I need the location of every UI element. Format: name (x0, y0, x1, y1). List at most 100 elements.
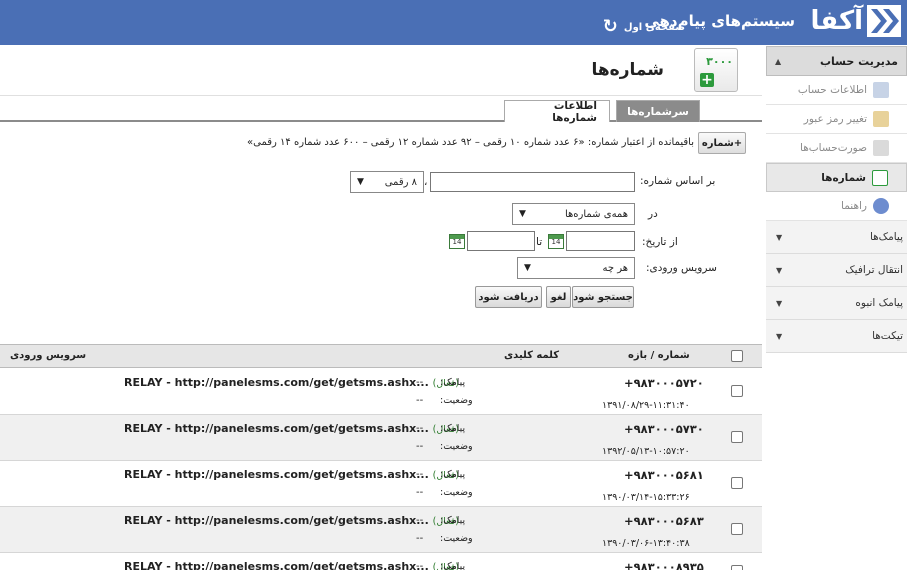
sidebar-item-invoices[interactable]: صورت‌حساب‌ها (766, 134, 907, 163)
top-header: آکفا سیستم‌های پیام‌دهی صفحه‌ی اول ↻ (0, 0, 907, 45)
sidebar-account-title: مدیریت حساب (819, 54, 898, 68)
row-checkbox[interactable] (731, 565, 743, 570)
sidebar-item-label: تغییر رمز عبور (803, 113, 867, 125)
row-checkbox[interactable] (731, 523, 743, 535)
logo[interactable]: آکفا (810, 3, 901, 39)
from-date-input[interactable] (566, 231, 635, 251)
digits-select[interactable]: ۸ رقمی ▼ (350, 171, 424, 193)
select-all-checkbox[interactable] (731, 350, 743, 362)
sidebar-item-change-password[interactable]: تغییر رمز عبور (766, 105, 907, 134)
expand-arrow-icon: ▼ (776, 331, 783, 341)
scope-select-value: همه‌ی شماره‌ها (564, 208, 628, 220)
sidebar-group-traffic[interactable]: انتقال ترافیک ▼ (766, 254, 907, 287)
sidebar-group-sms[interactable]: پیامک‌ها ▼ (766, 221, 907, 254)
from-date-label: از تاریخ: (642, 236, 678, 248)
tab-prefixes[interactable]: سرشماره‌ها (616, 100, 700, 122)
home-link-label: صفحه‌ی اول (623, 21, 685, 33)
sidebar-item-label: راهنما (841, 200, 867, 212)
receive-button[interactable]: دریافت شود (475, 286, 542, 308)
dropdown-arrow-icon: ▼ (524, 263, 531, 273)
col-keyword: کلمه کلیدی (504, 350, 560, 361)
row-checkbox[interactable] (731, 431, 743, 443)
status-label: وضعیت: (440, 395, 473, 406)
tab-bar: سرشماره‌ها اطلاعات شماره‌ها (0, 98, 762, 124)
credit-remaining-text: باقیمانده از اعتبار شماره: «۶ عدد شماره … (247, 137, 694, 148)
to-date-input[interactable] (467, 231, 535, 251)
sms-label: پیامک: (440, 423, 466, 434)
sms-value: -- (416, 469, 424, 480)
dropdown-arrow-icon: ▼ (519, 209, 526, 219)
sms-value: -- (416, 561, 424, 570)
sms-label: پیامک: (440, 377, 466, 388)
status-label: وضعیت: (440, 441, 473, 452)
sidebar-group-bulk-sms[interactable]: پیامک انبوه ▼ (766, 287, 907, 320)
sidebar-group-tickets[interactable]: تیکت‌ها ▼ (766, 320, 907, 353)
cancel-button[interactable]: لغو (546, 286, 571, 308)
table-row: RELAY - http://panelesms.com/get/getsms.… (0, 507, 762, 553)
relay-text: RELAY - http://panelesms.com/get/getsms.… (124, 560, 429, 570)
status-value: -- (416, 487, 424, 498)
status-value: -- (416, 533, 424, 544)
sidebar-group-label: پیامک انبوه (855, 297, 903, 309)
invoice-icon (873, 140, 889, 156)
search-button[interactable]: جستجو شود (572, 286, 634, 308)
expand-arrow-icon: ▼ (776, 232, 783, 242)
phone-number[interactable]: +۹۸۳۰۰۰۸۹۳۵ (624, 560, 704, 570)
phone-number[interactable]: +۹۸۳۰۰۰۵۷۲۰ (624, 376, 704, 390)
to-label: تا (536, 236, 543, 248)
table-row: RELAY - http://panelesms.com/get/getsms.… (0, 553, 762, 570)
digits-select-value: ۸ رقمی (384, 176, 417, 188)
help-icon (873, 198, 889, 214)
add-number-button[interactable]: +شماره (698, 132, 746, 154)
row-checkbox[interactable] (731, 385, 743, 397)
service-select[interactable]: هر چه ▼ (517, 257, 635, 279)
dropdown-arrow-icon: ▼ (357, 177, 364, 187)
sidebar-group-label: انتقال ترافیک (845, 264, 903, 276)
number-date: ۱۳۹۰/۰۳/۱۴-۱۵:۳۳:۲۶ (602, 492, 690, 503)
sms-label: پیامک: (440, 515, 466, 526)
number-date: ۱۳۹۱/۰۸/۲۹-۱۱:۳۱:۴۰ (602, 400, 690, 411)
refresh-icon: ↻ (602, 16, 618, 37)
calendar-icon[interactable]: 14 (449, 234, 465, 249)
sidebar-item-account-info[interactable]: اطلاعات حساب (766, 76, 907, 105)
sidebar-group-label: پیامک‌ها (869, 231, 903, 243)
number-date: ۱۳۹۲/۰۵/۱۳-۱۰:۵۷:۲۰ (602, 446, 690, 457)
expand-arrow-icon: ▼ (776, 298, 783, 308)
table-header: سرویس ورودی کلمه کلیدی شماره / بازه (0, 344, 762, 368)
scope-select[interactable]: همه‌ی شماره‌ها ▼ (512, 203, 635, 225)
phone-number[interactable]: +۹۸۳۰۰۰۵۶۸۱ (624, 468, 704, 482)
sidebar-item-label: اطلاعات حساب (797, 84, 867, 96)
in-label: در (648, 208, 658, 220)
by-number-label: بر اساس شماره: (640, 175, 716, 187)
phone-number[interactable]: +۹۸۳۰۰۰۵۶۸۳ (624, 514, 704, 528)
calendar-icon[interactable]: 14 (548, 234, 564, 249)
sidebar-item-label: شماره‌ها (821, 171, 866, 184)
number-date: ۱۳۹۰/۰۳/۰۶-۱۳:۴۰:۳۸ (602, 538, 690, 549)
tab-number-info[interactable]: اطلاعات شماره‌ها (504, 100, 610, 124)
relay-text: RELAY - http://panelesms.com/get/getsms.… (124, 514, 429, 527)
table-row: RELAY - http://panelesms.com/get/getsms.… (0, 461, 762, 507)
relay-service: RELAY - http://panelesms.com/get/getsms.… (124, 560, 459, 570)
phone-number[interactable]: +۹۸۳۰۰۰۵۷۳۰ (624, 422, 704, 436)
status-label: وضعیت: (440, 487, 473, 498)
col-service: سرویس ورودی (10, 350, 87, 361)
relay-service: RELAY - http://panelesms.com/get/getsms.… (124, 422, 459, 435)
relay-text: RELAY - http://panelesms.com/get/getsms.… (124, 468, 429, 481)
relay-service: RELAY - http://panelesms.com/get/getsms.… (124, 514, 459, 527)
relay-service: RELAY - http://panelesms.com/get/getsms.… (124, 376, 459, 389)
table-row: RELAY - http://panelesms.com/get/getsms.… (0, 369, 762, 415)
sidebar-item-numbers[interactable]: شماره‌ها (766, 163, 907, 192)
sms-label: پیامک: (440, 561, 466, 570)
service-select-value: هر چه (602, 262, 628, 274)
row-checkbox[interactable] (731, 477, 743, 489)
sidebar-item-help[interactable]: راهنما (766, 192, 907, 221)
sidebar-item-label: صورت‌حساب‌ها (800, 142, 867, 154)
expand-arrow-icon: ▼ (776, 265, 783, 275)
logo-chevron-icon (867, 5, 901, 37)
sidebar-account-header[interactable]: مدیریت حساب ▲ (766, 46, 907, 76)
home-link[interactable]: صفحه‌ی اول ↻ (602, 16, 685, 37)
number-search-input[interactable] (430, 172, 635, 192)
sms-value: -- (416, 515, 424, 526)
user-icon (873, 82, 889, 98)
collapse-arrow-icon: ▲ (775, 56, 782, 66)
